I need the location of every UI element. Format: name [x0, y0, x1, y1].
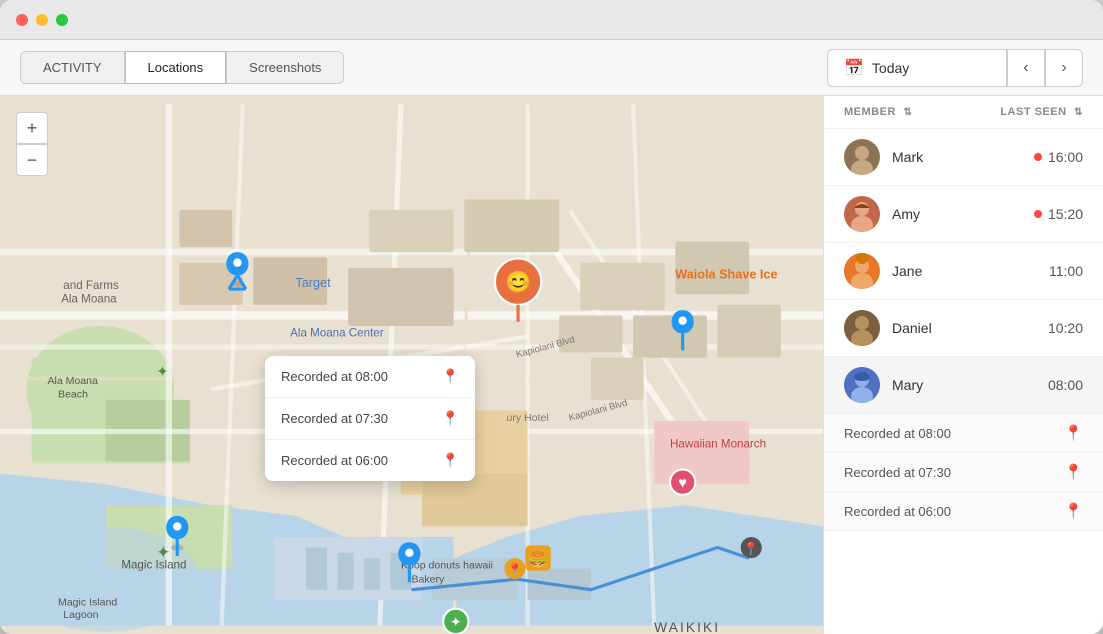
app-window: ACTIVITY Locations Screenshots 📅 Today ‹…	[0, 0, 1103, 634]
online-indicator-amy	[1034, 210, 1042, 218]
sub-location-pin-2: 📍	[1064, 463, 1083, 481]
next-date-button[interactable]: ›	[1045, 49, 1083, 87]
popup-row-1: Recorded at 08:00 📍	[265, 356, 475, 398]
toolbar: ACTIVITY Locations Screenshots 📅 Today ‹…	[0, 40, 1103, 96]
member-time-daniel: 10:20	[1048, 320, 1083, 336]
member-sort-icon[interactable]: ⇅	[903, 107, 912, 118]
popup-pin-icon-1: 📍	[442, 368, 459, 385]
member-column-header: MEMBER ⇅	[844, 106, 1000, 118]
sub-location-label-3: Recorded at 06:00	[844, 504, 1064, 519]
member-list: Mark 16:00 Amy 15:20	[824, 129, 1103, 634]
main-content: and Farms Ala Moana Target Ala Moana Cen…	[0, 96, 1103, 634]
date-label: Today	[872, 60, 909, 76]
sub-location-pin-1: 📍	[1064, 424, 1083, 442]
member-time-mark: 16:00	[1034, 149, 1083, 165]
tab-locations[interactable]: Locations	[125, 51, 227, 84]
tab-bar: ACTIVITY Locations Screenshots	[20, 51, 344, 84]
svg-text:WAIKIKI: WAIKIKI	[654, 620, 720, 634]
svg-text:Hawaiian Monarch: Hawaiian Monarch	[670, 437, 766, 450]
sub-location-row-3[interactable]: Recorded at 06:00 📍	[824, 492, 1103, 531]
svg-text:📍: 📍	[507, 562, 523, 577]
svg-text:Beach: Beach	[58, 389, 88, 401]
svg-text:Lagoon: Lagoon	[63, 609, 98, 621]
svg-text:ury Hotel: ury Hotel	[506, 412, 548, 424]
svg-text:Magic Island: Magic Island	[121, 559, 186, 572]
sub-location-pin-3: 📍	[1064, 502, 1083, 520]
zoom-out-button[interactable]: −	[16, 144, 48, 176]
svg-text:Ala Moana: Ala Moana	[47, 375, 98, 387]
member-row-jane[interactable]: Jane 11:00	[824, 243, 1103, 300]
avatar-mark	[844, 139, 880, 175]
traffic-lights	[16, 14, 68, 26]
lastseen-sort-icon[interactable]: ⇅	[1074, 107, 1083, 118]
member-name-mark: Mark	[892, 149, 1034, 165]
lastseen-column-header: LAST SEEN ⇅	[1000, 106, 1083, 118]
avatar-jane	[844, 253, 880, 289]
avatar-amy	[844, 196, 880, 232]
popup-label-1: Recorded at 08:00	[281, 369, 388, 384]
avatar-mary	[844, 367, 880, 403]
svg-text:Ala Moana: Ala Moana	[61, 293, 117, 306]
svg-text:✦: ✦	[450, 615, 462, 630]
member-time-jane: 11:00	[1049, 263, 1083, 279]
svg-text:✦: ✦	[156, 543, 170, 562]
sub-location-row-2[interactable]: Recorded at 07:30 📍	[824, 453, 1103, 492]
member-row-mary[interactable]: Mary 08:00	[824, 357, 1103, 414]
popup-label-2: Recorded at 07:30	[281, 411, 388, 426]
tab-screenshots[interactable]: Screenshots	[226, 51, 344, 84]
member-name-jane: Jane	[892, 263, 1049, 279]
sub-location-row-1[interactable]: Recorded at 08:00 📍	[824, 414, 1103, 453]
map-container: and Farms Ala Moana Target Ala Moana Cen…	[0, 96, 823, 634]
member-name-daniel: Daniel	[892, 320, 1048, 336]
maximize-button[interactable]	[56, 14, 68, 26]
popup-pin-icon-3: 📍	[442, 452, 459, 469]
svg-text:Ala Moana Center: Ala Moana Center	[290, 327, 384, 340]
sub-location-label-2: Recorded at 07:30	[844, 465, 1064, 480]
svg-text:Target: Target	[295, 276, 331, 290]
svg-text:Bakery: Bakery	[412, 573, 446, 585]
calendar-icon: 📅	[844, 58, 864, 78]
toolbar-right: 📅 Today ‹ ›	[827, 49, 1083, 87]
sub-location-label-1: Recorded at 08:00	[844, 426, 1064, 441]
svg-text:Waiola Shave Ice: Waiola Shave Ice	[675, 267, 777, 281]
title-bar	[0, 0, 1103, 40]
avatar-daniel	[844, 310, 880, 346]
panel-header: MEMBER ⇅ LAST SEEN ⇅	[824, 96, 1103, 129]
svg-text:and Farms: and Farms	[63, 279, 119, 292]
svg-text:🍔: 🍔	[529, 550, 547, 568]
prev-date-button[interactable]: ‹	[1007, 49, 1045, 87]
svg-text:✦: ✦	[156, 365, 168, 381]
date-picker[interactable]: 📅 Today	[827, 49, 1007, 87]
popup-row-3: Recorded at 06:00 📍	[265, 440, 475, 481]
map-controls: + −	[16, 112, 48, 176]
minimize-button[interactable]	[36, 14, 48, 26]
right-panel: MEMBER ⇅ LAST SEEN ⇅ Mark 16:	[823, 96, 1103, 634]
popup-label-3: Recorded at 06:00	[281, 453, 388, 468]
member-time-amy: 15:20	[1034, 206, 1083, 222]
zoom-in-button[interactable]: +	[16, 112, 48, 144]
member-time-mary: 08:00	[1048, 377, 1083, 393]
member-name-mary: Mary	[892, 377, 1048, 393]
member-row-amy[interactable]: Amy 15:20	[824, 186, 1103, 243]
online-indicator-mark	[1034, 153, 1042, 161]
svg-text:😊: 😊	[505, 270, 531, 294]
svg-text:📍: 📍	[743, 541, 759, 556]
tab-activity[interactable]: ACTIVITY	[20, 51, 125, 84]
member-name-amy: Amy	[892, 206, 1034, 222]
popup-pin-icon-2: 📍	[442, 410, 459, 427]
popup-row-2: Recorded at 07:30 📍	[265, 398, 475, 440]
map-popup: Recorded at 08:00 📍 Recorded at 07:30 📍 …	[265, 356, 475, 481]
member-row-daniel[interactable]: Daniel 10:20	[824, 300, 1103, 357]
svg-text:Magic Island: Magic Island	[58, 597, 117, 609]
member-row-mark[interactable]: Mark 16:00	[824, 129, 1103, 186]
map-area: and Farms Ala Moana Target Ala Moana Cen…	[0, 96, 823, 634]
svg-text:♥: ♥	[678, 475, 687, 491]
close-button[interactable]	[16, 14, 28, 26]
